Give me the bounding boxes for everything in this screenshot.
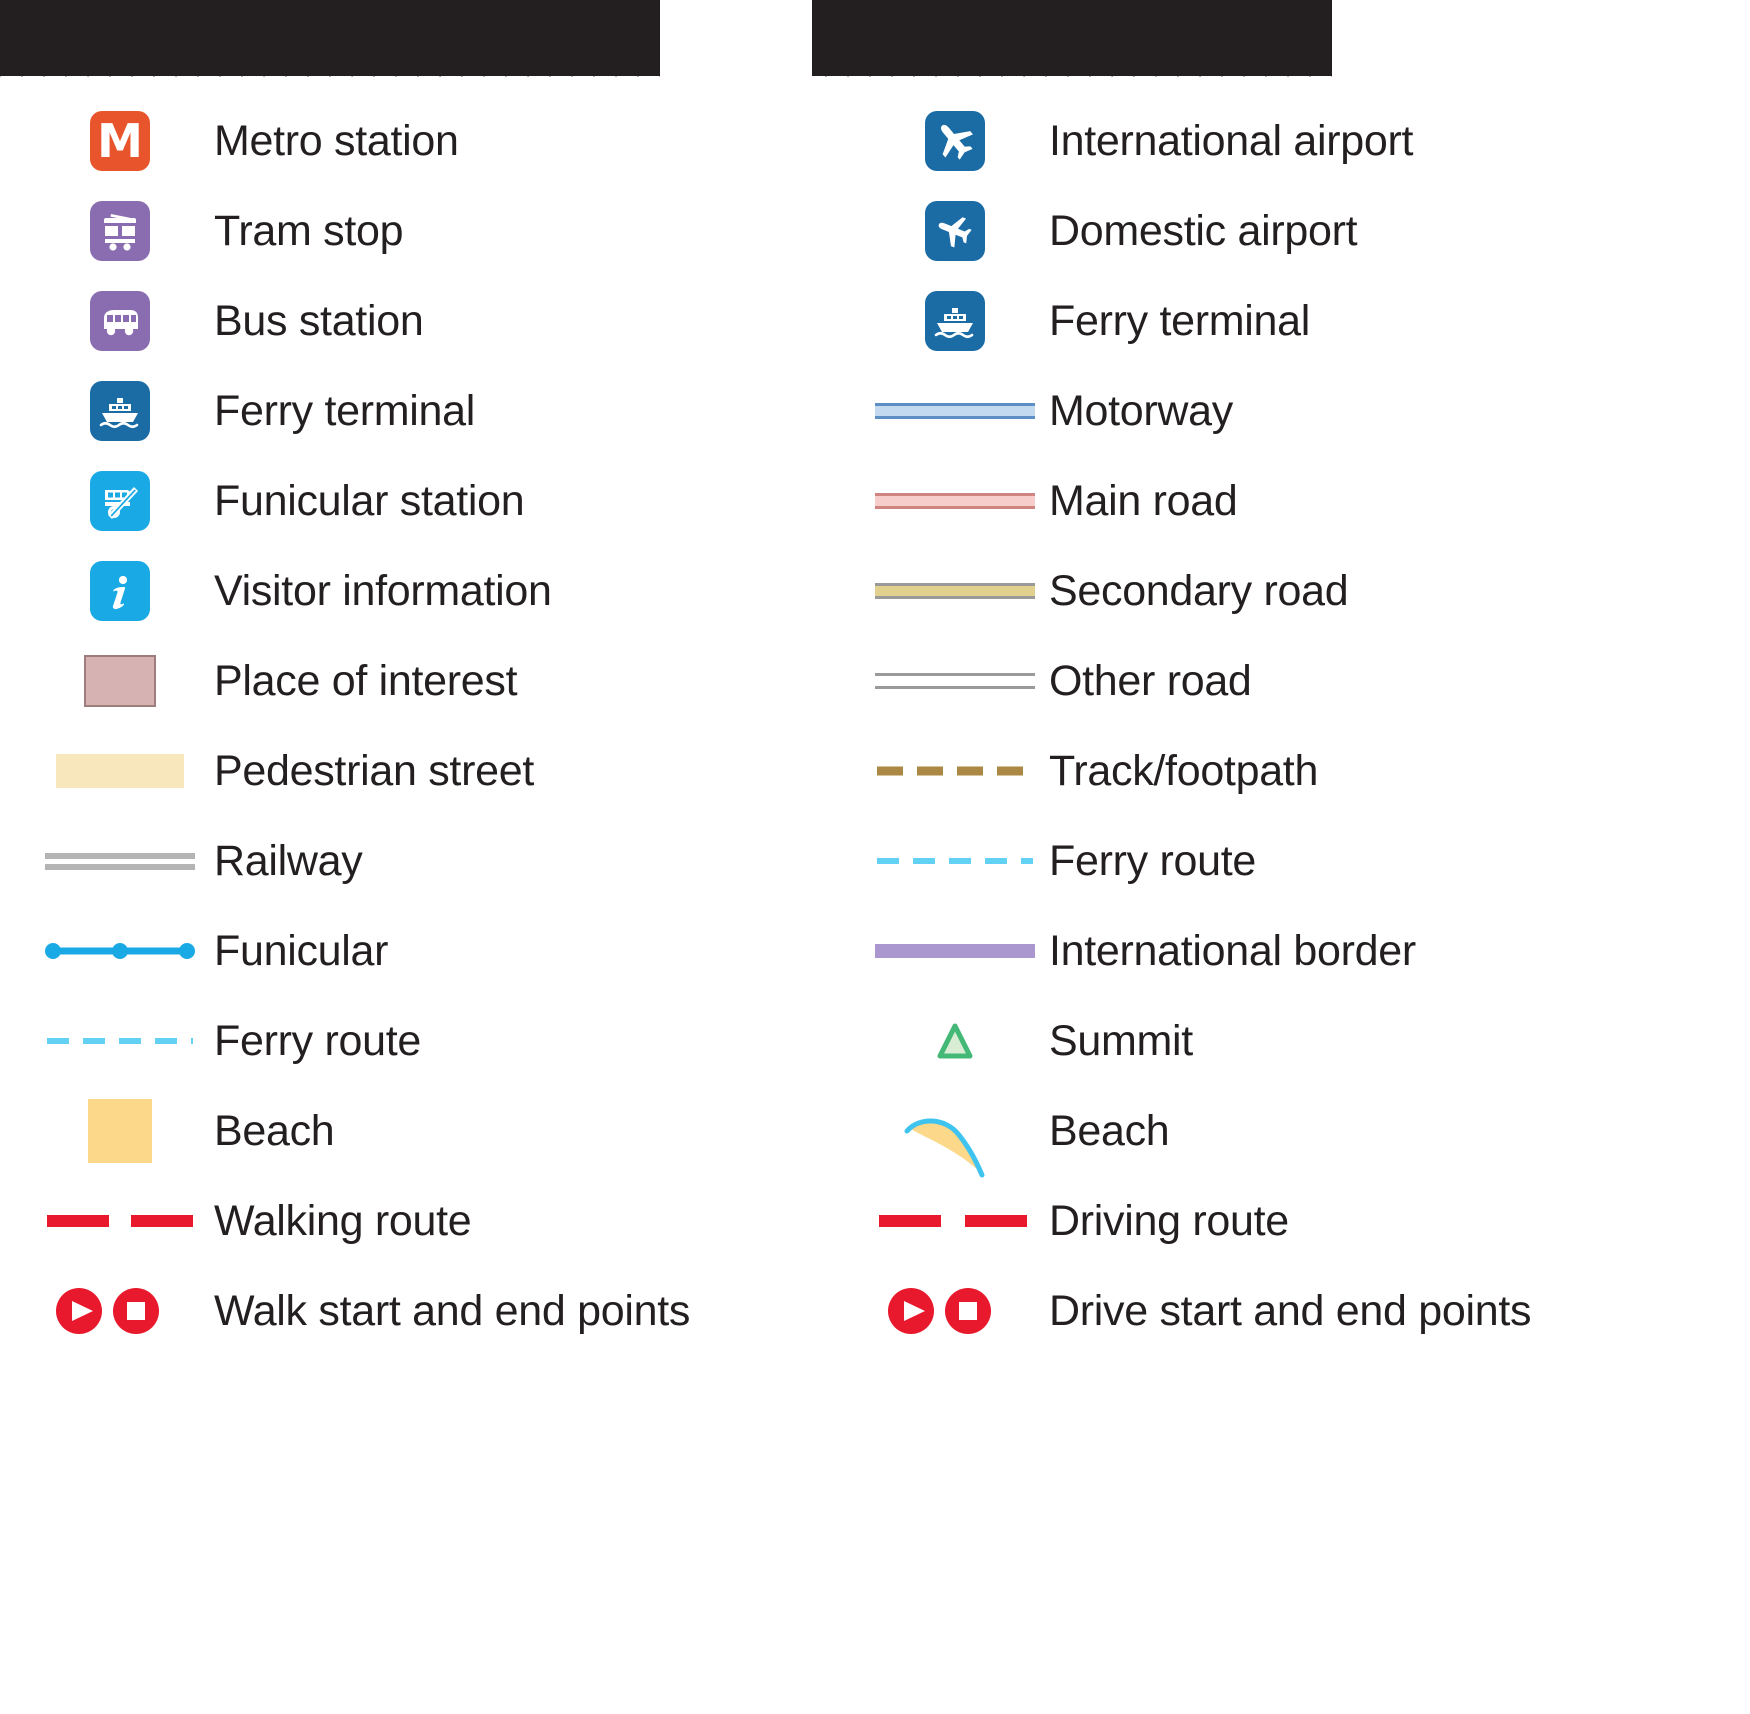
beach-coastline-icon xyxy=(875,1111,1035,1178)
map-legend: M Metro station Tram stop Bus station Fe… xyxy=(0,0,1750,1714)
legend-row: Secondary road xyxy=(37,546,1750,636)
main-road-line-symbol xyxy=(875,481,1035,521)
legend-label: Summit xyxy=(1049,1016,1193,1065)
legend-row: Ferry route xyxy=(37,816,1750,906)
legend-label: Motorway xyxy=(1049,386,1233,435)
symbol-cell xyxy=(875,456,1035,546)
symbol-cell xyxy=(875,546,1035,636)
drive-start-end-icon xyxy=(875,1288,1035,1334)
ferry-route-line-symbol xyxy=(875,841,1035,881)
legend-row: International border xyxy=(37,906,1750,996)
legend-row: Motorway xyxy=(37,366,1750,456)
legend-label: International airport xyxy=(1049,116,1414,165)
symbol-cell xyxy=(875,276,1035,366)
legend-label: Beach xyxy=(1049,1106,1170,1155)
legend-label: Ferry terminal xyxy=(1049,296,1311,345)
summit-icon xyxy=(875,1021,1035,1061)
symbol-cell xyxy=(875,996,1035,1086)
legend-row: Other road xyxy=(37,636,1750,726)
legend-row: Beach xyxy=(37,1086,1750,1178)
ferry-terminal-icon xyxy=(925,291,985,351)
legend-column-right: International airport Domestic airport F… xyxy=(875,96,1750,1356)
legend-row: Domestic airport xyxy=(37,186,1750,276)
symbol-cell xyxy=(875,1176,1035,1266)
secondary-road-line-symbol xyxy=(875,571,1035,611)
legend-label: Ferry route xyxy=(1049,836,1256,885)
legend-label: Domestic airport xyxy=(1049,206,1358,255)
symbol-cell xyxy=(875,906,1035,996)
symbol-cell xyxy=(875,186,1035,276)
international-border-symbol xyxy=(875,931,1035,971)
symbol-cell xyxy=(875,1086,1035,1178)
driving-route-line-symbol xyxy=(875,1201,1035,1241)
legend-label: Other road xyxy=(1049,656,1252,705)
legend-row: Driving route xyxy=(37,1176,1750,1266)
international-airport-icon xyxy=(925,111,985,171)
legend-title-right xyxy=(812,0,1332,77)
zigzag-edge-icon xyxy=(812,55,1332,77)
other-road-line-symbol xyxy=(875,661,1035,701)
symbol-cell xyxy=(875,726,1035,816)
legend-row: Track/footpath xyxy=(37,726,1750,816)
motorway-line-symbol xyxy=(875,391,1035,431)
legend-title-left xyxy=(0,0,660,77)
symbol-cell xyxy=(875,1266,1035,1356)
zigzag-edge-icon xyxy=(0,55,660,77)
legend-label: Track/footpath xyxy=(1049,746,1319,795)
track-footpath-line-symbol xyxy=(875,751,1035,791)
legend-row: Ferry terminal xyxy=(37,276,1750,366)
legend-row: International airport xyxy=(37,96,1750,186)
legend-label: Secondary road xyxy=(1049,566,1349,615)
legend-label: Main road xyxy=(1049,476,1238,525)
legend-label: International border xyxy=(1049,926,1416,975)
domestic-airport-icon xyxy=(925,201,985,261)
legend-row: Summit xyxy=(37,996,1750,1086)
symbol-cell xyxy=(875,366,1035,456)
legend-label: Drive start and end points xyxy=(1049,1286,1532,1335)
legend-row: Main road xyxy=(37,456,1750,546)
legend-label: Driving route xyxy=(1049,1196,1289,1245)
symbol-cell xyxy=(875,636,1035,726)
legend-row: Drive start and end points xyxy=(37,1266,1750,1356)
symbol-cell xyxy=(875,96,1035,186)
symbol-cell xyxy=(875,816,1035,906)
